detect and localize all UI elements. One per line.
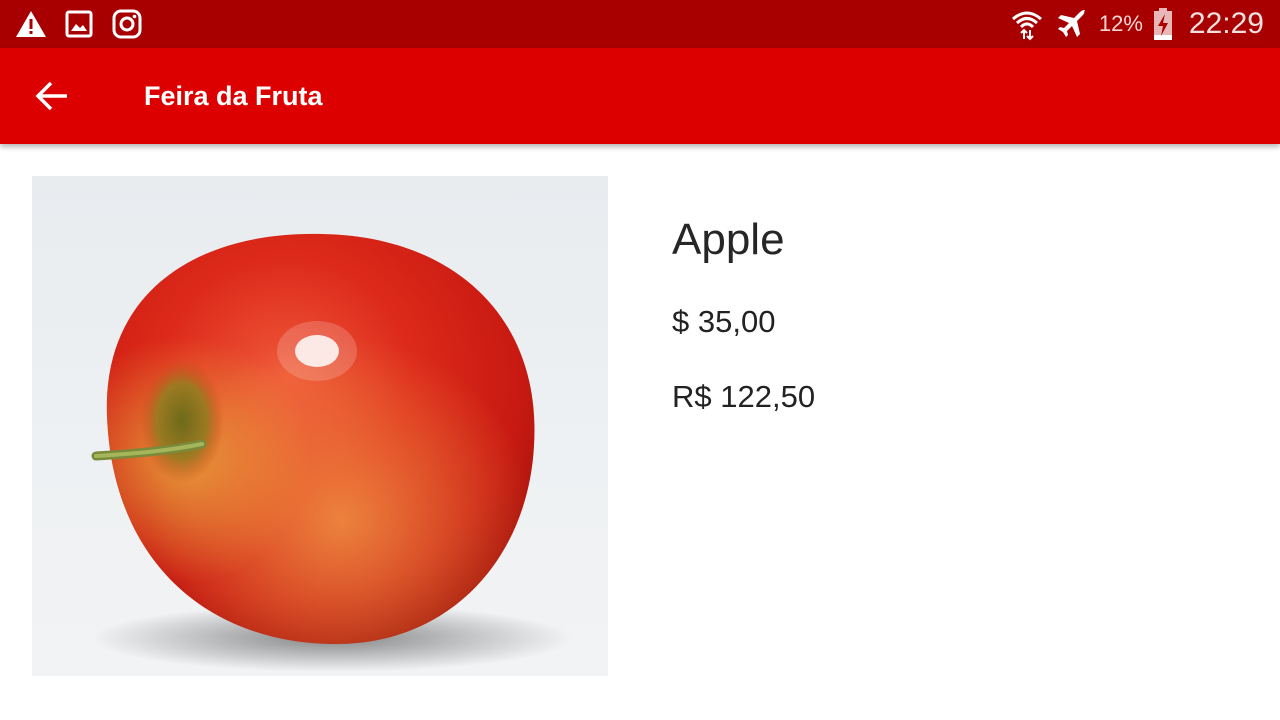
back-button[interactable] — [24, 68, 80, 124]
instagram-icon — [110, 8, 144, 40]
battery-percentage: 12% — [1098, 11, 1143, 36]
airplane-mode-icon — [1055, 7, 1089, 41]
price-brl: R$ 122,50 — [672, 379, 816, 414]
app-title: Feira da Fruta — [144, 81, 323, 111]
app-bar: Feira da Fruta — [0, 48, 1280, 144]
product-name: Apple — [672, 215, 785, 264]
gallery-icon — [62, 8, 96, 40]
status-bar-notifications — [14, 8, 144, 40]
status-bar: 12% 22:29 — [0, 0, 1280, 48]
battery-charging-icon — [1153, 7, 1173, 41]
product-image — [32, 176, 608, 676]
wifi-icon — [1009, 6, 1045, 42]
status-bar-system: 12% 22:29 — [1009, 0, 1264, 48]
warning-icon — [14, 8, 48, 40]
price-usd: $ 35,00 — [672, 304, 776, 339]
arrow-left-icon — [35, 81, 67, 111]
clock: 22:29 — [1188, 7, 1264, 40]
